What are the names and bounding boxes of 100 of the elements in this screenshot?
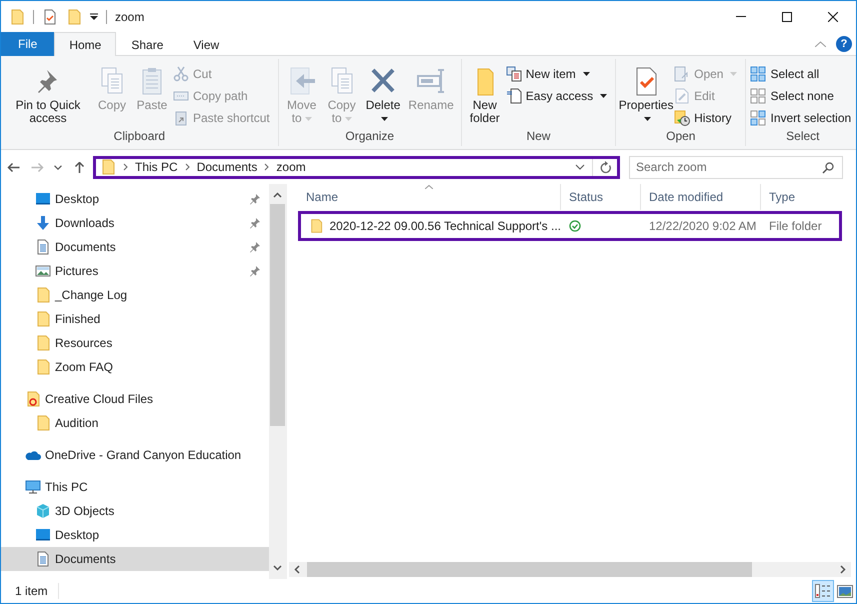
window-title: zoom [115,10,144,24]
ribbon-tab[interactable]: Share [116,32,178,56]
dropdown-icon[interactable] [575,164,585,170]
history-icon [674,110,690,126]
ribbon-button[interactable]: New item [506,64,612,83]
ribbon-button[interactable]: Properties [620,62,672,126]
nav-item[interactable]: This PC [1,475,269,499]
caret-icon [730,72,738,76]
nav-item[interactable]: Documents [1,235,269,259]
caret-icon [381,116,388,121]
scroll-left-icon[interactable] [294,565,300,574]
file-name: 2020-12-22 09.00.56 Technical Support's ... [329,219,561,233]
ribbon-group-label: Open [665,129,696,145]
scroll-up-icon[interactable] [273,192,282,198]
file-row[interactable]: 2020-12-22 09.00.56 Technical Support's ... 12/22/2020 9:02 AM File folder [298,211,842,241]
breadcrumb-item[interactable]: Documents [196,160,258,174]
caret-icon [54,164,62,170]
ribbon-tab[interactable]: Home [54,32,116,56]
paste-shortcut-icon [173,110,189,126]
caret-icon [344,116,352,121]
large-icons-view-icon [837,584,853,598]
nav-item[interactable]: Creative Cloud Files [1,387,269,411]
nav-item[interactable]: Pictures [1,259,269,283]
scissors-icon [173,66,189,82]
column-header[interactable]: Date modified [641,184,761,210]
search-field[interactable]: Search zoom [629,156,843,178]
folder-icon [35,359,51,375]
nav-item[interactable]: Desktop [1,187,269,211]
ribbon-button[interactable]: Pin to Quick access [5,62,91,126]
select-none-icon [750,88,766,104]
refresh-icon[interactable] [600,160,612,174]
ribbon-button[interactable]: New folder [466,62,504,126]
ribbon-button[interactable]: Invert selection [750,108,856,127]
column-header[interactable]: Name [298,184,561,210]
folder-icon [100,159,116,175]
folder-icon [35,287,51,303]
ribbon-button[interactable]: Easy access [506,86,612,105]
breadcrumb-item[interactable]: zoom [276,160,306,174]
ribbon-group-label: Clipboard [112,129,166,145]
vertical-scrollbar[interactable] [269,184,286,579]
open-icon [674,66,690,82]
caret-icon [600,94,608,98]
minimize-icon [736,16,746,17]
select-all-icon [750,66,766,82]
desktop-icon [35,191,51,207]
properties-icon[interactable] [42,8,58,24]
nav-item[interactable]: Resources [1,331,269,355]
ribbon-tab[interactable]: View [178,32,234,56]
caret-icon [582,72,590,76]
pin-icon [249,265,261,277]
help-button[interactable]: ? [836,36,852,52]
nav-item[interactable]: Downloads [1,211,269,235]
download-arrow-icon [35,215,51,231]
chevron-icon [264,163,270,171]
up-arrow-icon [72,162,86,172]
folder-icon [35,311,51,327]
collapse-ribbon-icon[interactable] [815,40,826,46]
column-header[interactable]: Type [761,184,842,210]
ribbon-tab[interactable]: File [1,32,54,56]
caret-icon [304,116,312,121]
nav-item[interactable]: Audition [1,411,269,435]
details-view-button[interactable] [812,580,834,602]
ribbon-button[interactable]: Delete [362,62,404,126]
nav-item[interactable]: Documents [1,547,269,571]
desktop-icon [35,527,51,543]
chevron-icon [123,163,128,171]
document-icon [35,239,51,255]
search-icon [822,162,834,174]
close-icon [828,12,838,22]
date-modified: 12/22/2020 9:02 AM [648,219,758,233]
nav-item[interactable]: OneDrive - Grand Canyon Education [1,443,269,467]
scroll-right-icon[interactable] [840,565,846,574]
column-header[interactable]: Status [561,184,641,210]
scroll-down-icon[interactable] [273,565,282,571]
nav-item[interactable]: Zoom FAQ [1,355,269,379]
customize-toolbar-icon[interactable] [90,12,98,20]
pin-icon [249,193,261,205]
nav-item[interactable]: Desktop [1,523,269,547]
chevron-icon [184,163,190,171]
nav-item[interactable]: 3D Objects [1,499,269,523]
address-bar[interactable]: This PC Documents zoom [93,156,620,178]
picture-icon [35,263,51,279]
caret-icon [644,116,652,121]
nav-item[interactable]: _Change Log [1,283,269,307]
cloud-folder-icon [25,391,41,407]
ribbon-group-label: Select [785,129,821,145]
horizontal-scrollbar[interactable] [289,562,851,577]
pin-icon [249,241,261,253]
ribbon-button[interactable]: Select all [750,64,856,83]
maximize-icon [782,12,792,22]
scrollbar-thumb[interactable] [307,562,752,577]
invert-selection-icon [750,110,766,126]
pin-icon [249,217,261,229]
file-type: File folder [768,219,823,233]
breadcrumb-item[interactable]: This PC [135,160,178,174]
ribbon-button[interactable]: History [674,108,742,127]
nav-item[interactable]: Finished [1,307,269,331]
details-view-icon [815,584,831,598]
scrollbar-thumb[interactable] [270,204,285,426]
ribbon-button[interactable]: Select none [750,86,856,105]
